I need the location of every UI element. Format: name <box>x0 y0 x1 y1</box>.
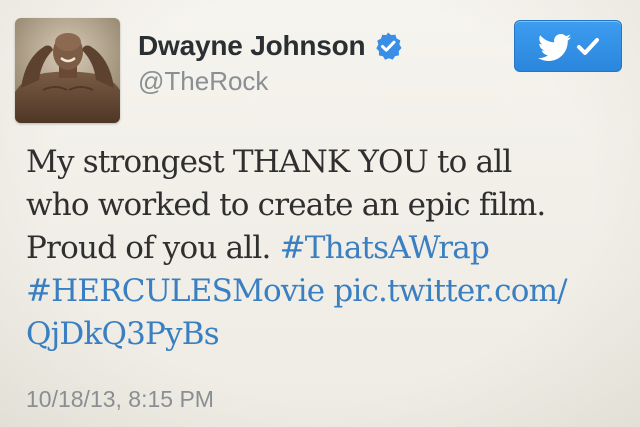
pic-link-part-2[interactable]: QjDkQ3PyBs <box>26 316 220 352</box>
avatar-photo <box>15 18 120 123</box>
display-name[interactable]: Dwayne Johnson <box>138 30 366 62</box>
tweet-line-4: #HERCULESMovie pic.twitter.com/ <box>26 270 626 313</box>
tweet-line-1: My strongest THANK YOU to all <box>26 144 512 180</box>
bird-check-icon <box>537 34 599 61</box>
tweet-text: My strongest THANK YOU to all who worked… <box>26 141 626 356</box>
checkmark-icon <box>577 38 599 55</box>
tweet-line-3: Proud of you all. #ThatsAWrap <box>26 227 626 270</box>
tweet-line-2: who worked to create an epic film. <box>26 187 546 223</box>
pic-link-part-1[interactable]: pic.twitter.com/ <box>333 273 567 309</box>
tweet-line-3-text: Proud of you all. <box>26 230 280 266</box>
tweet-line-5: QjDkQ3PyBs <box>26 313 626 356</box>
tweet-timestamp[interactable]: 10/18/13, 8:15 PM <box>26 386 214 413</box>
following-button[interactable] <box>514 20 622 72</box>
verified-badge-icon <box>373 31 403 61</box>
hashtag-herculesmovie[interactable]: #HERCULESMovie <box>26 273 325 309</box>
avatar[interactable] <box>15 18 120 123</box>
bird-icon <box>537 34 572 61</box>
hashtag-thatsawrap[interactable]: #ThatsAWrap <box>280 230 490 266</box>
author-handle[interactable]: @TheRock <box>138 66 268 97</box>
author-name-row: Dwayne Johnson <box>138 26 403 66</box>
